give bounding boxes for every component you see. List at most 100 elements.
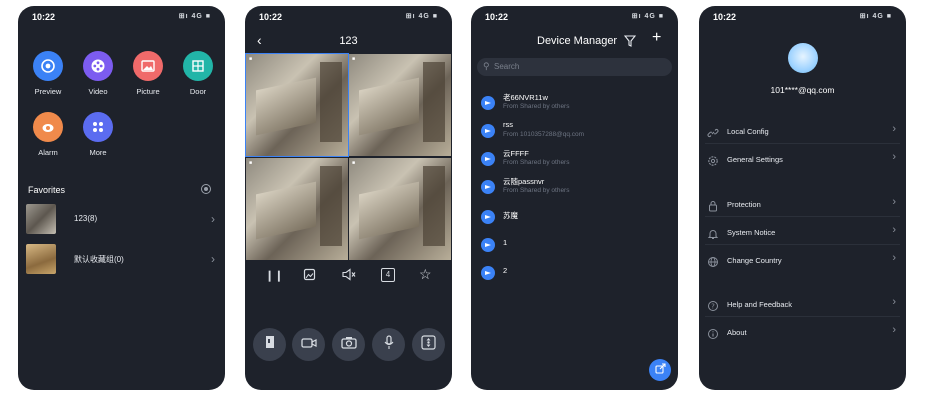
status-time: 10:22 [485, 12, 509, 22]
device-name: 苏魔 [503, 211, 518, 220]
menu-item-general-settings[interactable]: General Settings › [705, 149, 900, 171]
preview-icon [33, 51, 63, 81]
device-item[interactable]: 老66NVR11w From Shared by others [475, 90, 678, 118]
menu-item-change-country[interactable]: Change Country › [705, 250, 900, 272]
svg-text:?: ? [711, 303, 715, 311]
menu-label: Help and Feedback [727, 300, 793, 309]
camera-button[interactable] [332, 328, 365, 361]
page-title: 123 [339, 35, 358, 47]
status-bar: 10:22 ⊞ı 4G ■ [713, 12, 892, 26]
favorites-settings-icon[interactable] [201, 184, 211, 194]
favorite-name: 默认收藏组(0) [74, 255, 124, 264]
search-icon: ⚲ [483, 61, 490, 71]
pause-icon[interactable]: ❙❙ [265, 269, 283, 282]
app-video[interactable]: Video [73, 51, 123, 96]
app-preview[interactable]: Preview [23, 51, 73, 96]
menu-item-local-config[interactable]: Local Config › [705, 121, 900, 144]
device-item[interactable]: rss From 1010357288@qq.com [475, 118, 678, 146]
status-signal: ⊞ı 4G ■ [405, 13, 438, 20]
device-name: 云FFFF [503, 149, 529, 158]
device-name: 老66NVR11w [503, 93, 548, 102]
globe-icon [707, 255, 719, 267]
app-label: Preview [34, 87, 62, 96]
device-source: From Shared by others [503, 159, 570, 166]
device-source: From Shared by others [503, 187, 570, 194]
menu-label: Local Config [727, 127, 769, 136]
app-more[interactable]: More [73, 112, 123, 157]
avatar[interactable] [788, 43, 818, 73]
status-time: 10:22 [32, 12, 56, 22]
menu-item-about[interactable]: About › [705, 322, 900, 344]
door-control-icon [263, 335, 277, 354]
status-signal: ⊞ı 4G ■ [631, 13, 664, 20]
ptz-button[interactable] [412, 328, 445, 361]
profile-screen: 10:22 ⊞ı 4G ■ 101****@qq.com Local Confi… [699, 6, 906, 390]
app-picture[interactable]: Picture [123, 51, 173, 96]
bell-icon [707, 227, 719, 239]
mute-icon[interactable] [342, 268, 356, 284]
device-name: 2 [503, 266, 508, 275]
device-icon [481, 266, 495, 280]
device-item[interactable]: 云随passnvr From Shared by others [475, 174, 678, 202]
status-bar: 10:22 ⊞ı 4G ■ [485, 12, 664, 26]
camera-tile[interactable]: ■ [349, 54, 451, 156]
snapshot-icon[interactable] [303, 268, 316, 284]
chevron-right-icon: › [892, 324, 896, 336]
device-source: From Shared by others [503, 103, 570, 110]
microphone-button[interactable] [372, 328, 405, 361]
search-placeholder: Search [494, 62, 520, 71]
device-icon [481, 238, 495, 252]
share-icon [654, 361, 666, 379]
device-source: From 1010357288@qq.com [503, 131, 585, 138]
app-label: Picture [136, 87, 160, 96]
favorite-group-row[interactable]: 默认收藏组(0) › [24, 244, 219, 276]
camera-tile[interactable]: ■ [246, 158, 348, 260]
status-time: 10:22 [713, 12, 737, 22]
record-icon [300, 336, 317, 354]
device-name: rss [503, 120, 513, 129]
chevron-right-icon: › [892, 296, 896, 308]
app-door[interactable]: Door [173, 51, 223, 96]
status-bar: 10:22 ⊞ı 4G ■ [259, 12, 438, 26]
device-item[interactable]: 2 [475, 260, 678, 288]
menu-item-protection[interactable]: Protection › [705, 194, 900, 217]
device-item[interactable]: 苏魔 [475, 204, 678, 232]
favorite-icon[interactable]: ☆ [419, 266, 432, 283]
ptz-icon [421, 334, 436, 355]
app-label: Door [189, 87, 207, 96]
device-name: 1 [503, 238, 508, 247]
device-icon [481, 124, 495, 138]
device-icon [481, 152, 495, 166]
menu-item-help-feedback[interactable]: ? Help and Feedback › [705, 294, 900, 317]
alarm-icon [33, 112, 63, 142]
favorite-thumbnail [26, 204, 56, 234]
filter-icon[interactable] [623, 34, 637, 52]
add-device-icon[interactable]: + [652, 29, 661, 47]
menu-label: Change Country [727, 256, 782, 265]
status-signal: ⊞ı 4G ■ [178, 13, 211, 20]
search-input[interactable]: ⚲ Search [477, 58, 672, 76]
chevron-right-icon: › [892, 151, 896, 163]
record-button[interactable] [292, 328, 325, 361]
link-icon [707, 126, 719, 138]
door-icon [183, 51, 213, 81]
app-alarm[interactable]: Alarm [23, 112, 73, 157]
live-view-screen: 10:22 ⊞ı 4G ■ ‹ 123 ■ ■ ■ ■ ❙❙ 4 ☆ [245, 6, 452, 390]
page-title: Device Manager [537, 35, 618, 47]
status-time: 10:22 [259, 12, 283, 22]
device-item[interactable]: 1 [475, 232, 678, 260]
device-manager-screen: 10:22 ⊞ı 4G ■ Device Manager + ⚲ Search … [471, 6, 678, 390]
camera-tile[interactable]: ■ [245, 53, 349, 157]
menu-label: Protection [727, 200, 761, 209]
info-icon [707, 327, 719, 339]
share-fab-button[interactable] [649, 359, 671, 381]
device-item[interactable]: 云FFFF From Shared by others [475, 146, 678, 174]
camera-tile[interactable]: ■ [349, 158, 451, 260]
menu-item-system-notice[interactable]: System Notice › [705, 222, 900, 245]
favorite-group-row[interactable]: 123(8) › [24, 204, 219, 236]
favorite-thumbnail [26, 244, 56, 274]
chevron-right-icon: › [211, 252, 215, 266]
split-4-icon[interactable]: 4 [381, 268, 395, 282]
door-control-button[interactable] [253, 328, 286, 361]
account-email: 101****@qq.com [770, 85, 835, 95]
